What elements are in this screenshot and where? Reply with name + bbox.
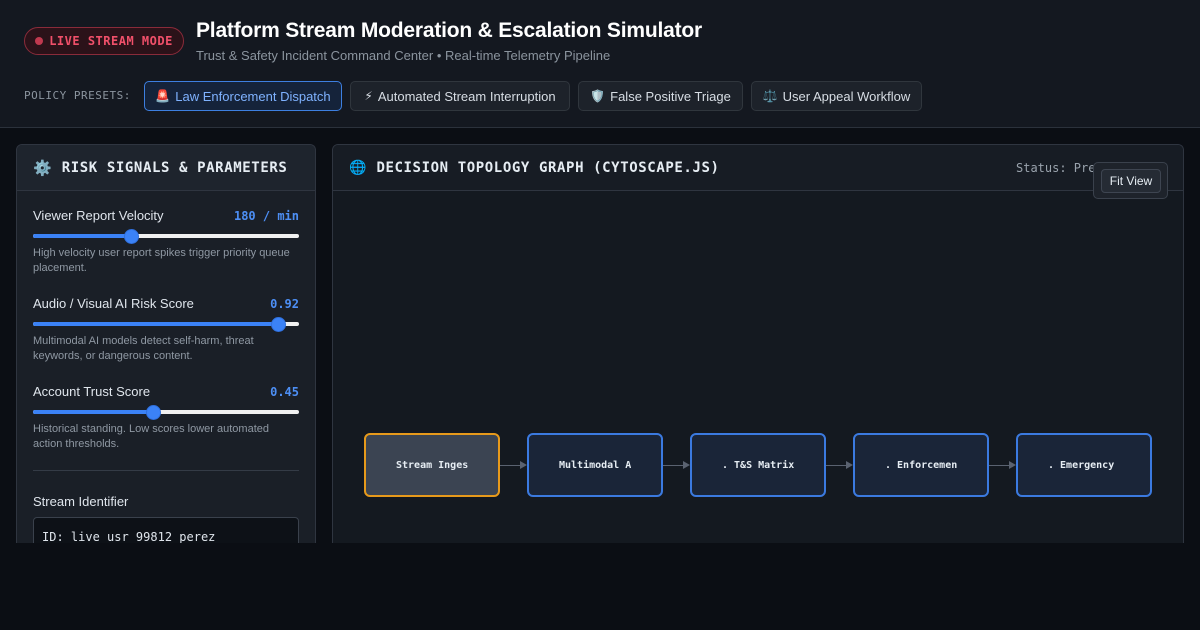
velocity-slider[interactable] [33,229,299,244]
node-enforcement[interactable]: . Enforcement [853,433,989,497]
preset-label: Automated Stream Interruption [377,88,556,104]
panel-header: ⚙️ RISK SIGNALS & PARAMETERS [17,145,315,191]
preset-false-positive-button[interactable]: 🛡️ False Positive Triage [578,81,743,111]
velocity-value: 180 / min [233,209,299,223]
node-emergency[interactable]: . Emergency P [1016,433,1152,497]
ai-risk-parameter: Audio / Visual AI Risk Score 0.92 Multim… [33,296,299,364]
graph-title: DECISION TOPOLOGY GRAPH (CYTOSCAPE.JS) [376,159,720,176]
edge-arrowhead [846,461,853,469]
graph-edge [826,465,846,466]
preset-law-enforcement-button[interactable]: 🚨 Law Enforcement Dispatch [144,81,342,111]
page-subtitle: Trust & Safety Incident Command Center •… [196,48,611,63]
slider-fill [33,234,132,238]
trust-slider[interactable] [33,405,299,420]
node-ts-matrix[interactable]: . T&S Matrix [690,433,826,497]
slider-thumb[interactable] [145,405,161,420]
lightning-icon: ⚡ [364,89,373,103]
node-label: Stream Ingestion [396,459,468,471]
preset-user-appeal-button[interactable]: ⚖️ User Appeal Workflow [751,81,922,111]
panel-title: RISK SIGNALS & PARAMETERS [61,159,288,176]
velocity-parameter: Viewer Report Velocity 180 / min High ve… [33,208,299,276]
policy-presets-label: POLICY PRESETS: [24,89,131,102]
siren-icon: 🚨 [155,89,171,103]
velocity-label: Viewer Report Velocity [33,208,164,223]
ai-risk-slider[interactable] [33,317,299,332]
divider [33,470,299,471]
node-label: . T&S Matrix [722,459,794,471]
live-stream-badge: LIVE STREAM MODE [24,27,184,55]
shield-icon: 🛡️ [590,89,606,103]
trust-description: Historical standing. Low scores lower au… [33,423,270,450]
preset-label: Law Enforcement Dispatch [175,88,331,104]
app-header: LIVE STREAM MODE Platform Stream Moderat… [0,0,1200,128]
fit-view-button[interactable]: Fit View [1101,169,1161,193]
node-label: . Emergency P [1048,459,1120,471]
velocity-description: High velocity user report spikes trigger… [33,247,290,274]
live-badge-label: LIVE STREAM MODE [49,34,173,48]
ai-risk-description: Multimodal AI models detect self-harm, t… [33,335,254,362]
preset-label: False Positive Triage [610,88,731,104]
slider-fill [33,322,278,326]
slider-thumb[interactable] [270,317,286,332]
graph-edge [989,465,1009,466]
node-label: Multimodal AI [559,459,631,471]
trust-label: Account Trust Score [33,384,151,399]
scales-icon: ⚖️ [762,89,778,103]
slider-thumb[interactable] [124,229,140,244]
fit-view-container: Fit View [1093,162,1168,199]
page-title: Platform Stream Moderation & Escalation … [196,19,702,42]
risk-parameters-panel: ⚙️ RISK SIGNALS & PARAMETERS Viewer Repo… [16,144,316,543]
preset-stream-interruption-button[interactable]: ⚡ Automated Stream Interruption [350,81,570,111]
trust-parameter: Account Trust Score 0.45 Historical stan… [33,384,299,452]
gear-icon: ⚙️ [33,159,52,177]
preset-label: User Appeal Workflow [782,88,911,104]
stream-identifier-label: Stream Identifier [33,494,129,509]
slider-fill [33,410,153,414]
node-stream-ingestion[interactable]: Stream Ingestion [364,433,500,497]
ai-risk-value: 0.92 [270,297,299,311]
trust-value: 0.45 [270,385,299,399]
live-indicator-dot [35,37,44,45]
graph-edge [663,465,683,466]
edge-arrowhead [1009,461,1016,469]
edge-arrowhead [520,461,527,469]
globe-icon: 🌐 [349,159,367,175]
node-label: . Enforcement [885,459,957,471]
edge-arrowhead [683,461,690,469]
graph-status: Status: Pre [1016,161,1096,175]
stream-identifier-input[interactable]: ID: live_usr_99812_perez [33,517,299,543]
node-multimodal-ai[interactable]: Multimodal AI [527,433,663,497]
graph-edge [500,465,520,466]
ai-risk-label: Audio / Visual AI Risk Score [33,296,194,311]
decision-topology-panel: 🌐 DECISION TOPOLOGY GRAPH (CYTOSCAPE.JS)… [332,144,1184,543]
